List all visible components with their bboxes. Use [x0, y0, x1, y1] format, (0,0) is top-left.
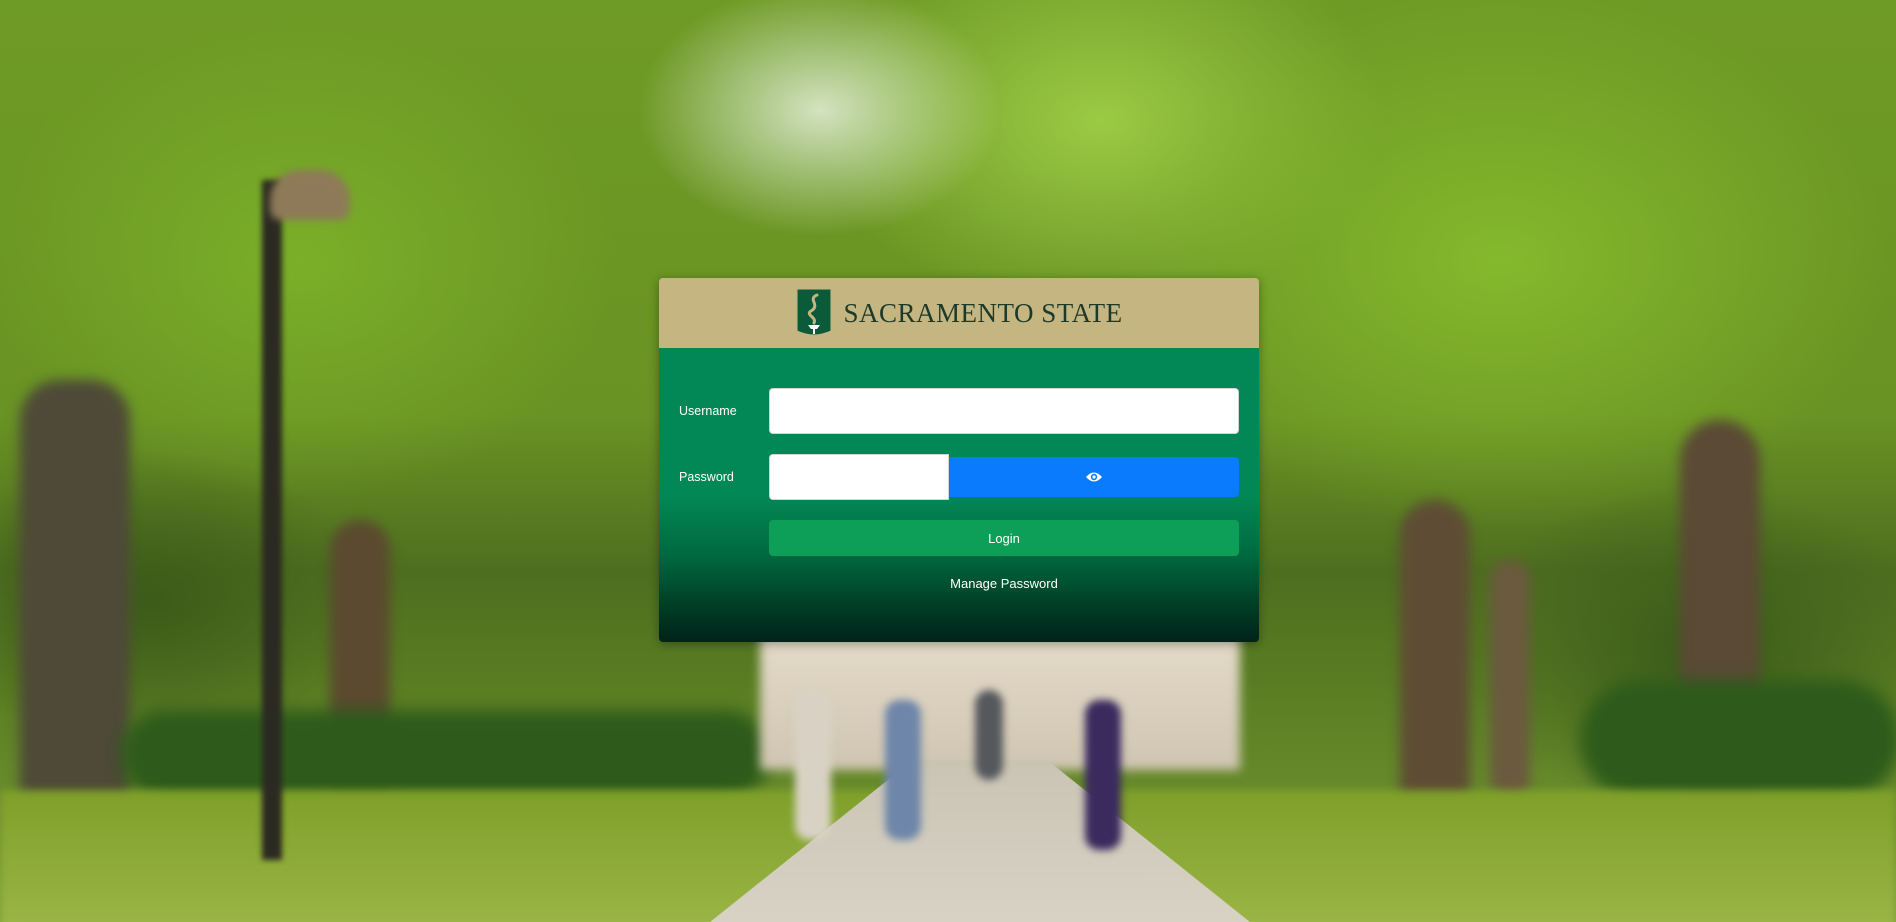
logo-wordmark: SACRAMENTO STATE	[843, 297, 1123, 328]
password-input[interactable]	[769, 454, 949, 500]
manage-password-link[interactable]: Manage Password	[769, 576, 1239, 591]
show-password-button[interactable]	[949, 457, 1239, 497]
login-card: SACRAMENTO STATE Username Password Login…	[659, 278, 1259, 642]
username-label: Username	[679, 404, 737, 418]
username-input[interactable]	[769, 388, 1239, 434]
login-form: Username Password Login Manage Password	[659, 348, 1259, 642]
password-label: Password	[679, 470, 734, 484]
sacramento-state-logo: SACRAMENTO STATE	[795, 287, 1122, 339]
sac-state-seal-icon	[796, 288, 832, 336]
eye-icon	[1086, 472, 1102, 482]
login-button[interactable]: Login	[769, 520, 1239, 556]
password-row: Password	[679, 454, 1239, 500]
username-row: Username	[679, 388, 1239, 434]
card-header: SACRAMENTO STATE	[659, 278, 1259, 348]
